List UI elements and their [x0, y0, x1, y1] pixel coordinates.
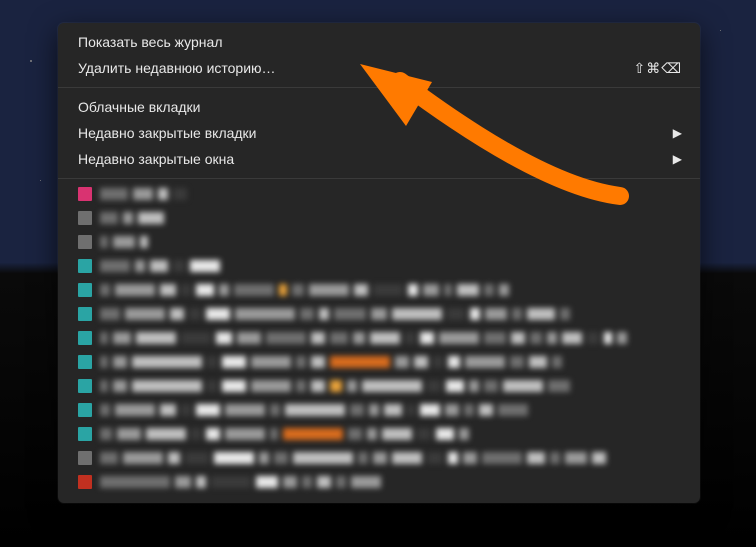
history-item-title-redacted — [100, 476, 381, 488]
chevron-right-icon: ▶ — [673, 123, 682, 143]
history-item-title-redacted — [100, 236, 148, 248]
history-item[interactable] — [78, 255, 682, 277]
favicon-icon — [78, 451, 92, 465]
favicon-icon — [78, 259, 92, 273]
history-item-title-redacted — [100, 428, 469, 440]
history-item-title-redacted — [100, 404, 528, 416]
history-item-title-redacted — [100, 308, 570, 320]
menu-item-label: Показать весь журнал — [78, 32, 223, 52]
favicon-icon — [78, 211, 92, 225]
history-item-title-redacted — [100, 260, 220, 272]
favicon-icon — [78, 283, 92, 297]
menu-item-label: Недавно закрытые окна — [78, 149, 234, 169]
favicon-icon — [78, 331, 92, 345]
favicon-icon — [78, 475, 92, 489]
menu-item-recently-closed-tabs[interactable]: Недавно закрытые вкладки ▶ — [58, 120, 700, 146]
history-item-title-redacted — [100, 452, 606, 464]
history-item-title-redacted — [100, 212, 164, 224]
history-item[interactable] — [78, 399, 682, 421]
history-item-title-redacted — [100, 356, 562, 368]
history-item[interactable] — [78, 231, 682, 253]
menu-section-mid: Облачные вкладки Недавно закрытые вкладк… — [58, 88, 700, 178]
favicon-icon — [78, 355, 92, 369]
history-item[interactable] — [78, 279, 682, 301]
menu-item-synced-tabs[interactable]: Облачные вкладки — [58, 94, 700, 120]
history-item[interactable] — [78, 183, 682, 205]
history-item[interactable] — [78, 351, 682, 373]
favicon-icon — [78, 307, 92, 321]
menu-item-clear-recent-history[interactable]: Удалить недавнюю историю… ⇧⌘⌫ — [58, 55, 700, 81]
desktop-star — [30, 60, 32, 62]
history-item-title-redacted — [100, 332, 627, 344]
favicon-icon — [78, 427, 92, 441]
favicon-icon — [78, 187, 92, 201]
history-menu-panel: Показать весь журнал Удалить недавнюю ис… — [58, 23, 700, 503]
history-item-title-redacted — [100, 380, 570, 392]
favicon-icon — [78, 403, 92, 417]
favicon-icon — [78, 235, 92, 249]
chevron-right-icon: ▶ — [673, 149, 682, 169]
history-item-title-redacted — [100, 284, 509, 296]
history-item-title-redacted — [100, 188, 187, 200]
history-item[interactable] — [78, 447, 682, 469]
history-list — [58, 179, 700, 503]
history-item[interactable] — [78, 375, 682, 397]
favicon-icon — [78, 379, 92, 393]
desktop-star — [720, 30, 721, 31]
menu-item-label: Облачные вкладки — [78, 97, 200, 117]
history-item[interactable] — [78, 471, 682, 493]
menu-item-recently-closed-windows[interactable]: Недавно закрытые окна ▶ — [58, 146, 700, 172]
keyboard-shortcut: ⇧⌘⌫ — [633, 58, 682, 78]
menu-section-top: Показать весь журнал Удалить недавнюю ис… — [58, 23, 700, 87]
menu-item-label: Удалить недавнюю историю… — [78, 58, 276, 78]
history-item[interactable] — [78, 423, 682, 445]
history-item[interactable] — [78, 303, 682, 325]
history-item[interactable] — [78, 207, 682, 229]
menu-item-label: Недавно закрытые вкладки — [78, 123, 257, 143]
menu-item-show-all-history[interactable]: Показать весь журнал — [58, 29, 700, 55]
desktop-star — [40, 180, 41, 181]
history-item[interactable] — [78, 327, 682, 349]
